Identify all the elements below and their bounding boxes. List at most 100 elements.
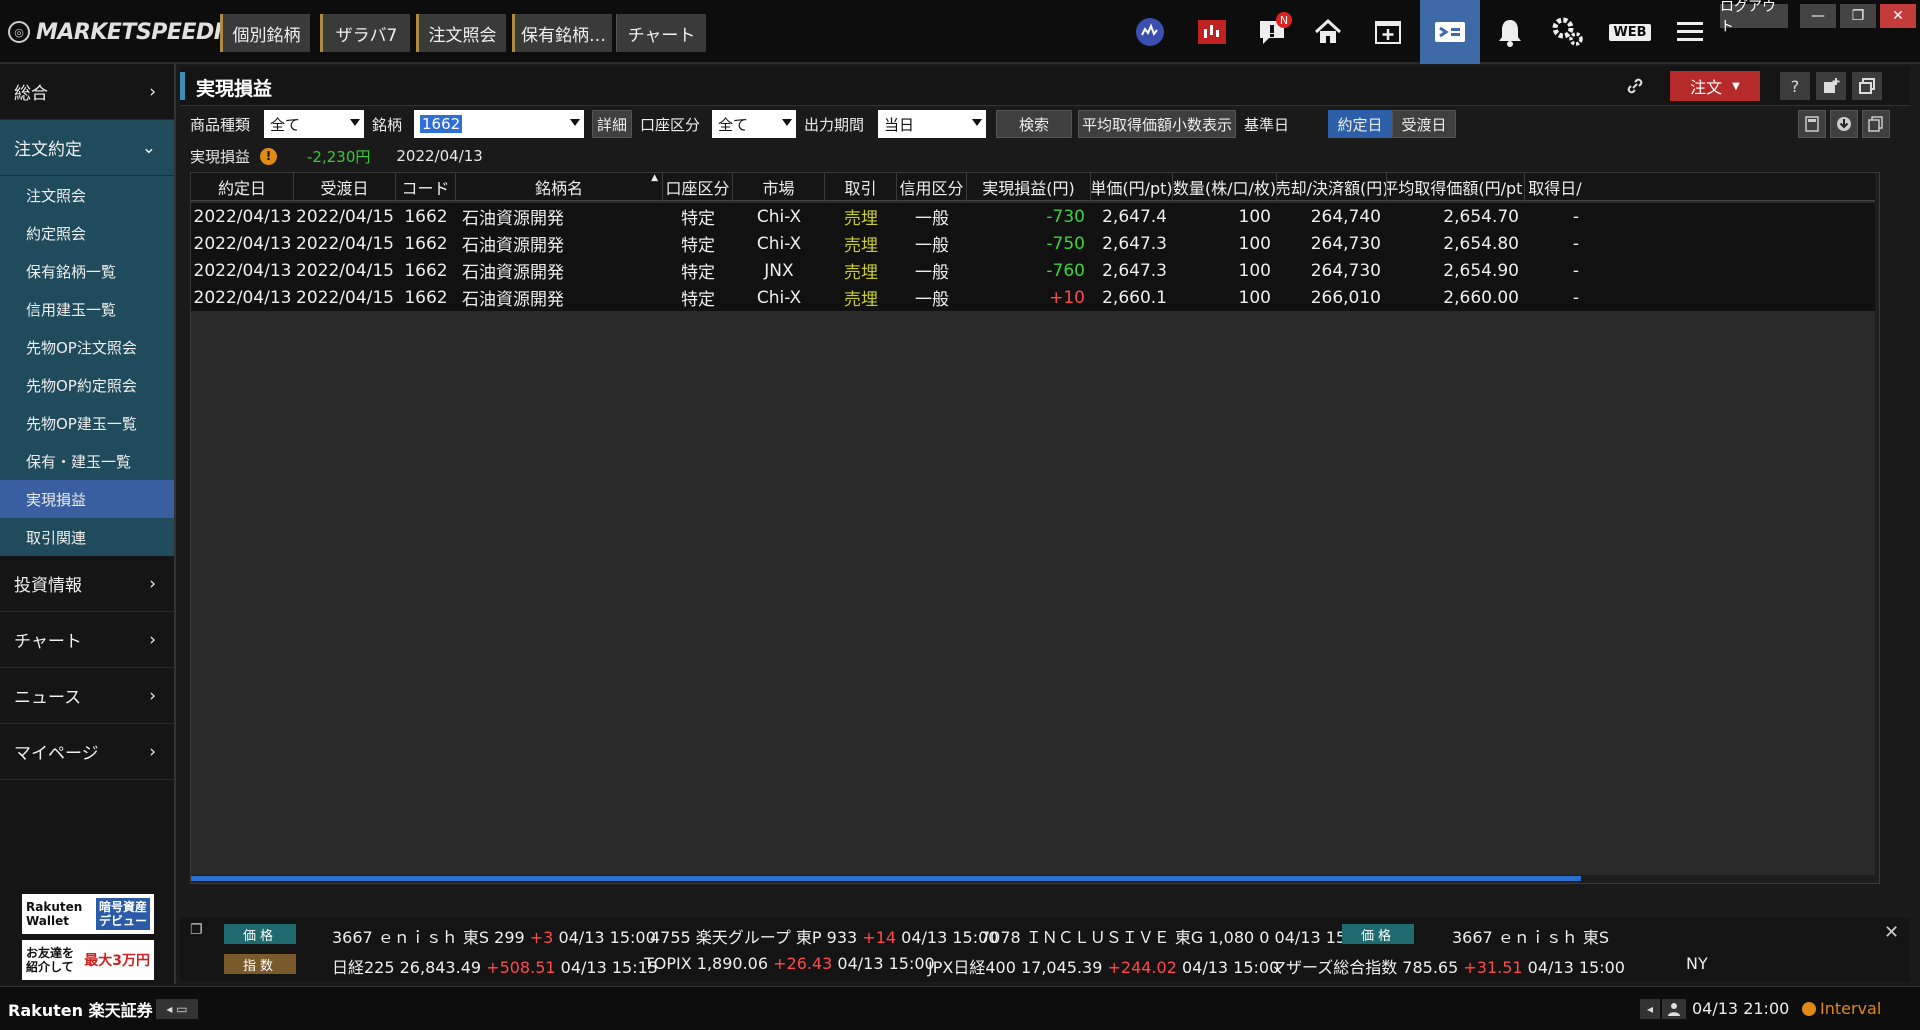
speaker-icon[interactable]: ◂ <box>1640 999 1660 1019</box>
user-icon[interactable] <box>1662 999 1686 1019</box>
table-header: 約定日 受渡日 コード 銘柄名 ▲ 口座区分 市場 取引 信用区分 実現損益(円… <box>191 173 1879 201</box>
sidebar-section-orders[interactable]: 注文約定 ⌄ <box>0 120 174 176</box>
add-window-icon[interactable] <box>1366 10 1410 54</box>
rakuten-wallet-banner[interactable]: Rakuten Wallet 暗号資産 デビュー <box>22 894 154 934</box>
id-card-icon[interactable] <box>1420 0 1480 64</box>
ticker-item[interactable]: マザーズ総合指数 785.65 +31.51 04/13 15:00 <box>1270 954 1625 978</box>
logout-button[interactable]: ログアウト <box>1720 0 1788 35</box>
period-select[interactable]: 当日 <box>878 110 986 138</box>
sidebar-item-order-inquiry[interactable]: 注文照会 <box>0 176 174 214</box>
menu-icon[interactable] <box>1668 10 1712 54</box>
sidebar-section-chart[interactable]: チャート › <box>0 612 174 668</box>
cell-acq-date: - <box>1572 233 1579 254</box>
order-button[interactable]: 注文 ▼ <box>1670 71 1760 101</box>
sidebar-section-overview[interactable]: 総合 › <box>0 64 174 120</box>
tab-individual-stock[interactable]: 個別銘柄 <box>220 14 310 52</box>
col-header-account[interactable]: 口座区分 <box>663 173 733 201</box>
home-icon[interactable] <box>1306 10 1350 54</box>
warning-icon[interactable]: ! <box>260 147 278 165</box>
sidebar-item-realized-pl[interactable]: 実現損益 <box>0 480 174 518</box>
search-button[interactable]: 検索 <box>996 110 1072 138</box>
horizontal-scrollbar[interactable] <box>191 875 1879 883</box>
ticker-item[interactable]: 7078 ＩＮＣＬＵＳＩＶＥ 東G 1,080 0 04/13 15:00 <box>980 924 1372 948</box>
ticker-item[interactable]: NY <box>1686 954 1708 973</box>
close-window-button[interactable]: ✕ <box>1880 4 1916 28</box>
table-row[interactable]: 2022/04/13 2022/04/15 1662 石油資源開発 特定 JNX 売埋 一般 -… <box>191 257 1879 284</box>
calculator-icon[interactable] <box>1798 110 1826 138</box>
sidebar-item-execution-inquiry[interactable]: 約定照会 <box>0 214 174 252</box>
col-header-acq-date[interactable]: 取得日/ <box>1525 173 1585 201</box>
tab-zaraba7[interactable]: ザラバ7 <box>320 14 410 52</box>
product-type-select[interactable]: 全て <box>264 110 364 138</box>
ticker-item[interactable]: JPX日経400 17,045.39 +244.02 04/13 15:00 <box>928 954 1279 978</box>
avg-price-decimal-button[interactable]: 平均取得価額小数表示 <box>1078 110 1236 138</box>
copy-icon[interactable] <box>1862 110 1890 138</box>
popout-icon[interactable] <box>1852 72 1882 100</box>
sidebar-item-trade-related[interactable]: 取引関連 <box>0 518 174 556</box>
sidebar-section-news[interactable]: ニュース › <box>0 668 174 724</box>
tab-chart[interactable]: チャート <box>616 14 706 52</box>
col-header-qty[interactable]: 数量(株/口/枚) <box>1173 173 1277 201</box>
download-icon[interactable] <box>1830 110 1858 138</box>
sidebar-item-futures-order-inquiry[interactable]: 先物OP注文照会 <box>0 328 174 366</box>
col-header-margin[interactable]: 信用区分 <box>897 173 967 201</box>
scrollbar-thumb[interactable] <box>191 876 1581 881</box>
cell-amount: 264,730 <box>1310 233 1381 254</box>
link-icon[interactable] <box>1620 72 1650 100</box>
ad-text: 暗号資産 <box>98 900 147 914</box>
sidebar-section-mypage[interactable]: マイページ › <box>0 724 174 780</box>
col-header-pl[interactable]: 実現損益(円) <box>967 173 1091 201</box>
settings-icon[interactable] <box>1546 10 1590 54</box>
help-button[interactable]: ? <box>1780 72 1810 100</box>
cell-margin: 一般 <box>915 290 949 310</box>
alert-icon[interactable]: N <box>1250 10 1294 54</box>
sidebar-item-margin-positions[interactable]: 信用建玉一覧 <box>0 290 174 328</box>
web-icon[interactable]: WEB <box>1608 10 1652 54</box>
sidebar-item-futures-execution-inquiry[interactable]: 先物OP約定照会 <box>0 366 174 404</box>
table-row[interactable]: 2022/04/13 2022/04/15 1662 石油資源開発 特定 Chi-X 売埋 一… <box>191 203 1879 230</box>
basis-settle-date-toggle[interactable]: 受渡日 <box>1392 110 1456 138</box>
sidebar-item-holdings-positions[interactable]: 保有・建玉一覧 <box>0 442 174 480</box>
minimize-button[interactable]: — <box>1800 4 1836 28</box>
bell-icon[interactable] <box>1488 10 1532 54</box>
cell-margin: 一般 <box>915 209 949 229</box>
ticker-item[interactable]: TOPIX 1,890.06 +26.43 04/13 15:00 <box>644 954 935 973</box>
col-header-market[interactable]: 市場 <box>733 173 825 201</box>
tab-holdings[interactable]: 保有銘柄… <box>512 14 612 52</box>
col-header-code[interactable]: コード <box>396 173 456 201</box>
ad-text: お友達を <box>26 946 75 960</box>
ticker-item[interactable]: 3667 ｅｎｉｓｈ 東S 299 +3 04/13 15:00 <box>332 924 656 948</box>
table-row[interactable]: 2022/04/13 2022/04/15 1662 石油資源開発 特定 Chi-X 売埋 一… <box>191 284 1879 311</box>
tab-order-inquiry[interactable]: 注文照会 <box>416 14 506 52</box>
ticker-item[interactable]: 3667 ｅｎｉｓｈ 東S <box>1452 924 1862 948</box>
web-label: WEB <box>1609 23 1651 41</box>
basis-trade-date-toggle[interactable]: 約定日 <box>1328 110 1392 138</box>
vertical-scrollbar[interactable] <box>1875 173 1879 883</box>
col-header-name[interactable]: 銘柄名 ▲ <box>456 173 663 201</box>
sound-toggle-icon[interactable]: ◂ ▭ <box>156 999 198 1019</box>
ticker-change: +508.51 <box>486 958 556 977</box>
ticker-item[interactable]: 日経225 26,843.49 +508.51 04/13 15:15 <box>332 954 658 978</box>
sidebar-item-holdings-list[interactable]: 保有銘柄一覧 <box>0 252 174 290</box>
col-header-settle-date[interactable]: 受渡日 <box>294 173 396 201</box>
ticker-item[interactable]: 4755 楽天グループ 東P 933 +14 04/13 15:00 <box>650 924 998 948</box>
col-header-trade[interactable]: 取引 <box>825 173 897 201</box>
col-header-label: 銘柄名 <box>534 179 583 198</box>
market-icon[interactable] <box>1128 10 1172 54</box>
col-header-price[interactable]: 単価(円/pt) <box>1091 173 1173 201</box>
account-type-select[interactable]: 全て <box>712 110 796 138</box>
col-header-amount[interactable]: 売却/決済額(円) <box>1277 173 1387 201</box>
restore-button[interactable]: ❐ <box>1840 4 1876 28</box>
symbol-input[interactable]: 1662 <box>414 110 584 138</box>
col-header-trade-date[interactable]: 約定日 <box>191 173 294 201</box>
friend-referral-banner[interactable]: お友達を 紹介して 最大3万円 <box>22 940 154 980</box>
detail-button[interactable]: 詳細 <box>592 110 632 138</box>
col-header-avg-price[interactable]: 平均取得価額(円/pt) <box>1387 173 1525 201</box>
cell-avg-price: 2,654.70 <box>1443 206 1519 227</box>
sidebar-item-futures-positions[interactable]: 先物OP建玉一覧 <box>0 404 174 442</box>
interval-status[interactable]: Interval <box>1802 999 1881 1018</box>
chart-icon[interactable] <box>1190 10 1234 54</box>
sidebar-section-investment-info[interactable]: 投資情報 › <box>0 556 174 612</box>
table-row[interactable]: 2022/04/13 2022/04/15 1662 石油資源開発 特定 Chi-X 売埋 一… <box>191 230 1879 257</box>
new-window-icon[interactable] <box>1816 72 1846 100</box>
